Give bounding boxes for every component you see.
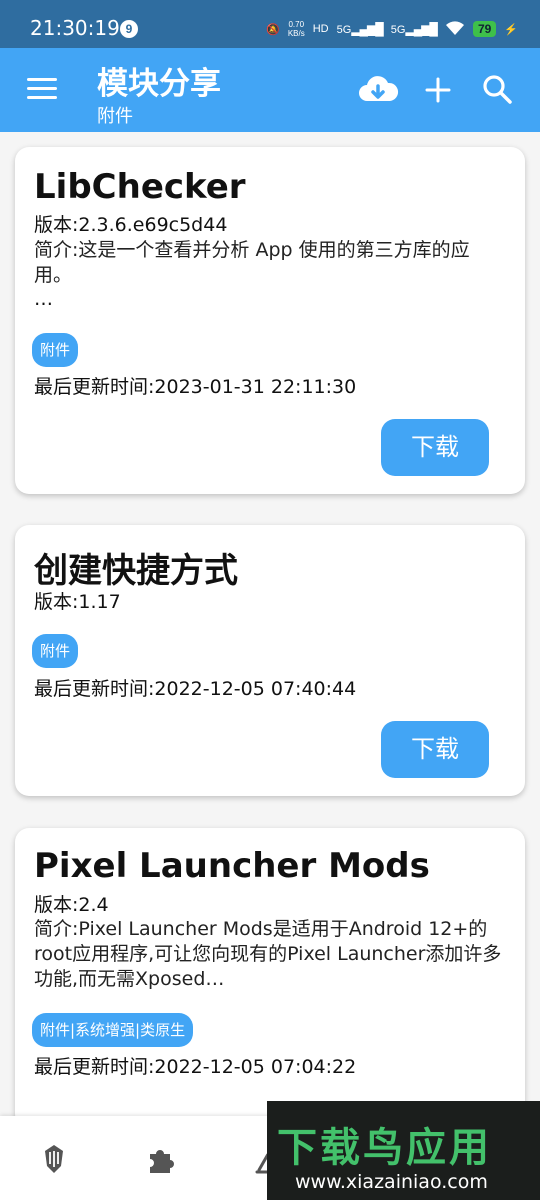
download-button[interactable]: 下载 xyxy=(381,721,489,778)
net-speed-value: 0.70 xyxy=(288,20,305,29)
hd-icon: HD xyxy=(312,23,329,35)
status-time: 21:30:19 xyxy=(30,16,120,40)
download-button[interactable]: 下载 xyxy=(381,419,489,476)
net-speed: 0.70 KB/s xyxy=(288,20,305,38)
signal-label-2: 5G xyxy=(390,24,406,36)
menu-icon[interactable] xyxy=(27,78,57,102)
notification-badge: 9 xyxy=(120,20,138,38)
plus-icon[interactable] xyxy=(416,68,460,112)
watermark-url: www.xiazainiao.com xyxy=(295,1171,488,1193)
cloud-download-icon[interactable] xyxy=(356,68,400,112)
module-tag[interactable]: 附件 xyxy=(32,634,79,668)
page-title: 模块分享 xyxy=(97,66,221,102)
signal-icon-2: 5G▂▄▆█ xyxy=(390,22,438,36)
signal-label-1: 5G xyxy=(336,24,352,36)
watermark-text: 下载鸟应用 xyxy=(277,1125,492,1171)
module-card-shortcut[interactable]: 创建快捷方式 版本:1.17 附件 最后更新时间:2022-12-05 07:4… xyxy=(15,525,525,796)
module-tag[interactable]: 附件|系统增强|类原生 xyxy=(32,1013,194,1047)
page-subtitle: 附件 xyxy=(97,106,133,127)
description-ellipsis: … xyxy=(34,288,53,310)
module-description: 简介:Pixel Launcher Mods是适用于Android 12+的ro… xyxy=(34,918,502,990)
module-version: 版本:2.4 xyxy=(34,894,109,916)
app-bar: 模块分享 附件 xyxy=(0,48,540,132)
module-title: LibChecker xyxy=(34,167,246,207)
net-speed-unit: KB/s xyxy=(287,29,305,38)
module-card-pixel-launcher-mods[interactable]: Pixel Launcher Mods 版本:2.4 简介:Pixel Laun… xyxy=(15,828,525,1128)
magisk-icon[interactable] xyxy=(37,1142,71,1176)
module-updated-time: 最后更新时间:2022-12-05 07:04:22 xyxy=(34,1056,357,1078)
battery-icon: 79 xyxy=(472,21,497,37)
status-bar: 21:30:19 9 🔕 0.70 KB/s HD 5G▂▄▆█ 5G▂▄▆█ … xyxy=(0,0,540,48)
charging-icon: ⚡ xyxy=(504,23,518,36)
signal-icon-1: 5G▂▄▆█ xyxy=(336,22,384,36)
watermark-logo: 下载鸟应用 www.xiazainiao.com xyxy=(267,1101,540,1200)
module-updated-time: 最后更新时间:2023-01-31 22:11:30 xyxy=(34,376,357,398)
puzzle-icon[interactable] xyxy=(145,1142,179,1176)
mute-icon: 🔕 xyxy=(266,23,280,36)
module-tag[interactable]: 附件 xyxy=(32,333,79,367)
module-version: 版本:2.3.6.e69c5d44 xyxy=(34,214,228,236)
module-updated-time: 最后更新时间:2022-12-05 07:40:44 xyxy=(34,678,357,700)
wifi-icon xyxy=(445,20,465,39)
module-title: Pixel Launcher Mods xyxy=(34,846,430,886)
module-description: 简介:这是一个查看并分析 App 使用的第三方库的应用。 xyxy=(34,239,470,286)
search-icon[interactable] xyxy=(476,68,520,112)
module-card-libchecker[interactable]: LibChecker 版本:2.3.6.e69c5d44 简介:这是一个查看并分… xyxy=(15,147,525,494)
module-version: 版本:1.17 xyxy=(34,591,121,613)
module-title: 创建快捷方式 xyxy=(34,551,238,591)
status-icons: 🔕 0.70 KB/s HD 5G▂▄▆█ 5G▂▄▆█ 79 ⚡ xyxy=(266,16,518,42)
